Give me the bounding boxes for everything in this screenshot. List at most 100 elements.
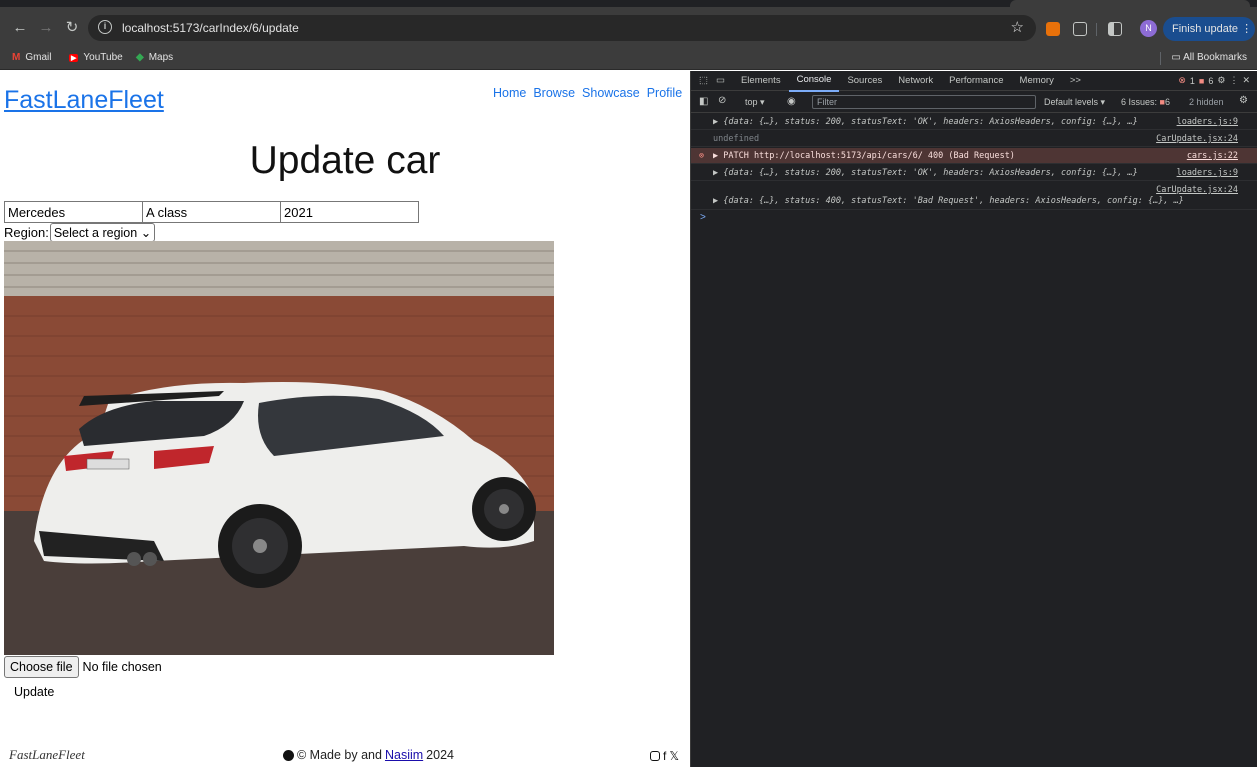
footer-logo: FastLaneFleet: [9, 747, 85, 762]
tab-network[interactable]: Network: [890, 71, 941, 91]
bookmarks-bar: M Gmail ▶ YouTube ◆ Maps ▭ All Bookmarks: [0, 46, 1257, 70]
active-tab[interactable]: [1010, 0, 1250, 7]
error-count: 1: [1189, 75, 1195, 86]
console-message-source[interactable]: cars.js:22: [1187, 148, 1238, 163]
nav-browse[interactable]: Browse: [533, 86, 575, 100]
warning-count: 6: [1208, 75, 1214, 86]
console-message-text: ▶ {data: {…}, status: 200, statusText: '…: [713, 117, 1138, 127]
year-input[interactable]: 2021: [280, 201, 419, 223]
issues-label: 6 Issues:: [1121, 97, 1158, 107]
page-title: Update car: [249, 139, 441, 182]
console-filter-input[interactable]: Filter: [812, 95, 1036, 109]
web-page: FastLaneFleet Home Browse Showcase Profi…: [0, 71, 690, 767]
address-bar[interactable]: i localhost:5173/carIndex/6/update ☆: [88, 15, 1036, 41]
youtube-icon: ▶: [69, 53, 79, 62]
facebook-icon[interactable]: f: [663, 749, 666, 763]
bookmark-star-icon[interactable]: ☆: [1011, 18, 1024, 36]
finish-update-button[interactable]: Finish update ⋮: [1163, 17, 1255, 41]
all-bookmarks[interactable]: ▭ All Bookmarks: [1171, 52, 1247, 63]
bookmark-maps[interactable]: ◆ Maps: [136, 52, 173, 63]
tab-strip: [0, 0, 1257, 7]
nav-showcase[interactable]: Showcase: [582, 86, 640, 100]
choose-file-button[interactable]: Choose file: [4, 656, 79, 678]
profile-avatar[interactable]: N: [1140, 20, 1157, 37]
make-input[interactable]: Mercedes: [4, 201, 143, 223]
tab-sources[interactable]: Sources: [839, 71, 890, 91]
footer-credit-suffix: 2024: [426, 748, 454, 762]
github-icon[interactable]: [283, 749, 294, 761]
tab-elements[interactable]: Elements: [733, 71, 789, 91]
hidden-count: 2 hidden: [1189, 97, 1224, 107]
js-extension-icon[interactable]: [1046, 22, 1060, 36]
tab-performance[interactable]: Performance: [941, 71, 1011, 91]
forward-arrow-icon[interactable]: →: [37, 20, 55, 36]
site-info-icon[interactable]: i: [98, 20, 112, 34]
extensions-puzzle-icon[interactable]: [1073, 22, 1087, 36]
console-message[interactable]: ▶ {data: {…}, status: 200, statusText: '…: [691, 114, 1257, 130]
tab-console[interactable]: Console: [788, 70, 840, 92]
console-message[interactable]: ▶ {data: {…}, status: 200, statusText: '…: [691, 165, 1257, 181]
log-levels-select[interactable]: Default levels ▾: [1044, 97, 1105, 108]
issues-counter[interactable]: 6 Issues: ■6: [1121, 97, 1170, 107]
bookmark-gmail[interactable]: M Gmail: [12, 52, 51, 63]
console-message-source[interactable]: loaders.js:9: [1177, 114, 1238, 129]
console-message[interactable]: CarUpdate.jsx:24 ▶ {data: {…}, status: 4…: [691, 182, 1257, 210]
bookmark-youtube[interactable]: ▶ YouTube: [69, 52, 123, 63]
back-arrow-icon[interactable]: ←: [11, 20, 29, 36]
region-row: Region: Select a region ⌄: [4, 223, 156, 242]
region-select-value: Select a region: [53, 226, 138, 240]
chevron-down-icon: ⌄: [140, 226, 152, 240]
reload-icon[interactable]: ↻: [63, 20, 81, 36]
console-message-source[interactable]: loaders.js:9: [1177, 165, 1238, 180]
gmail-icon: M: [12, 52, 21, 63]
console-error-message[interactable]: ⊗ ▶ PATCH http://localhost:5173/api/cars…: [691, 148, 1257, 164]
address-url[interactable]: localhost:5173/carIndex/6/update: [122, 21, 299, 35]
clear-console-icon[interactable]: ⊘: [718, 95, 726, 106]
bookmarks-divider: [1160, 52, 1161, 65]
more-options-icon[interactable]: ⋮: [1229, 75, 1238, 86]
x-icon[interactable]: 𝕏: [669, 749, 679, 763]
model-input[interactable]: A class: [142, 201, 281, 223]
social-links: f 𝕏: [650, 749, 679, 763]
device-toolbar-icon[interactable]: ▭: [716, 71, 733, 91]
live-expression-eye-icon[interactable]: ◉: [787, 96, 796, 107]
more-tabs-icon[interactable]: >>: [1062, 71, 1089, 91]
main-nav: Home Browse Showcase Profile: [493, 86, 682, 100]
devtools-status: ⊗ 1 ■ 6 ⚙ ⋮ ✕: [1178, 75, 1257, 86]
inspect-icon[interactable]: ⬚: [691, 71, 716, 91]
file-status: No file chosen: [82, 660, 162, 674]
bookmark-label: YouTube: [83, 52, 123, 63]
console-settings-icon[interactable]: ⚙: [1239, 95, 1248, 106]
warning-icon[interactable]: ■: [1199, 76, 1204, 86]
update-button[interactable]: Update: [14, 685, 54, 699]
console-message-source[interactable]: CarUpdate.jsx:24: [1156, 131, 1238, 146]
error-icon[interactable]: ⊗: [1178, 75, 1186, 86]
nav-home[interactable]: Home: [493, 86, 526, 100]
bookmark-label: Maps: [148, 52, 174, 63]
side-panel-icon[interactable]: [1108, 22, 1122, 36]
devtools-panel: ⬚ ▭ Elements Console Sources Network Per…: [690, 71, 1257, 767]
sidebar-toggle-icon[interactable]: ◧: [699, 96, 708, 107]
site-logo[interactable]: FastLaneFleet: [4, 86, 164, 115]
all-bookmarks-label: All Bookmarks: [1183, 52, 1247, 63]
console-message-text: ▶ {data: {…}, status: 400, statusText: '…: [713, 196, 1184, 206]
bookmark-label: Gmail: [25, 52, 52, 63]
finish-update-label: Finish update: [1172, 23, 1239, 35]
toolbar-divider: [1096, 23, 1097, 36]
footer-credit-prefix: © Made by and: [297, 748, 382, 762]
settings-gear-icon[interactable]: ⚙: [1217, 75, 1225, 86]
console-message-text: ▶ PATCH http://localhost:5173/api/cars/6…: [713, 151, 1015, 161]
devtools-tabs: ⬚ ▭ Elements Console Sources Network Per…: [691, 70, 1257, 92]
browser-toolbar: ← → ↻ i localhost:5173/carIndex/6/update…: [0, 0, 1257, 46]
tab-memory[interactable]: Memory: [1012, 71, 1062, 91]
instagram-icon[interactable]: [650, 751, 660, 761]
footer-author-link[interactable]: Nasiim: [385, 748, 423, 762]
console-prompt[interactable]: >: [700, 212, 706, 223]
region-select[interactable]: Select a region ⌄: [49, 223, 156, 242]
context-select[interactable]: top ▾: [745, 97, 765, 108]
nav-profile[interactable]: Profile: [647, 86, 682, 100]
car-photo: [4, 241, 554, 655]
close-devtools-icon[interactable]: ✕: [1242, 75, 1250, 86]
console-message[interactable]: undefined CarUpdate.jsx:24: [691, 131, 1257, 147]
file-input[interactable]: Choose file No file chosen: [4, 656, 162, 678]
